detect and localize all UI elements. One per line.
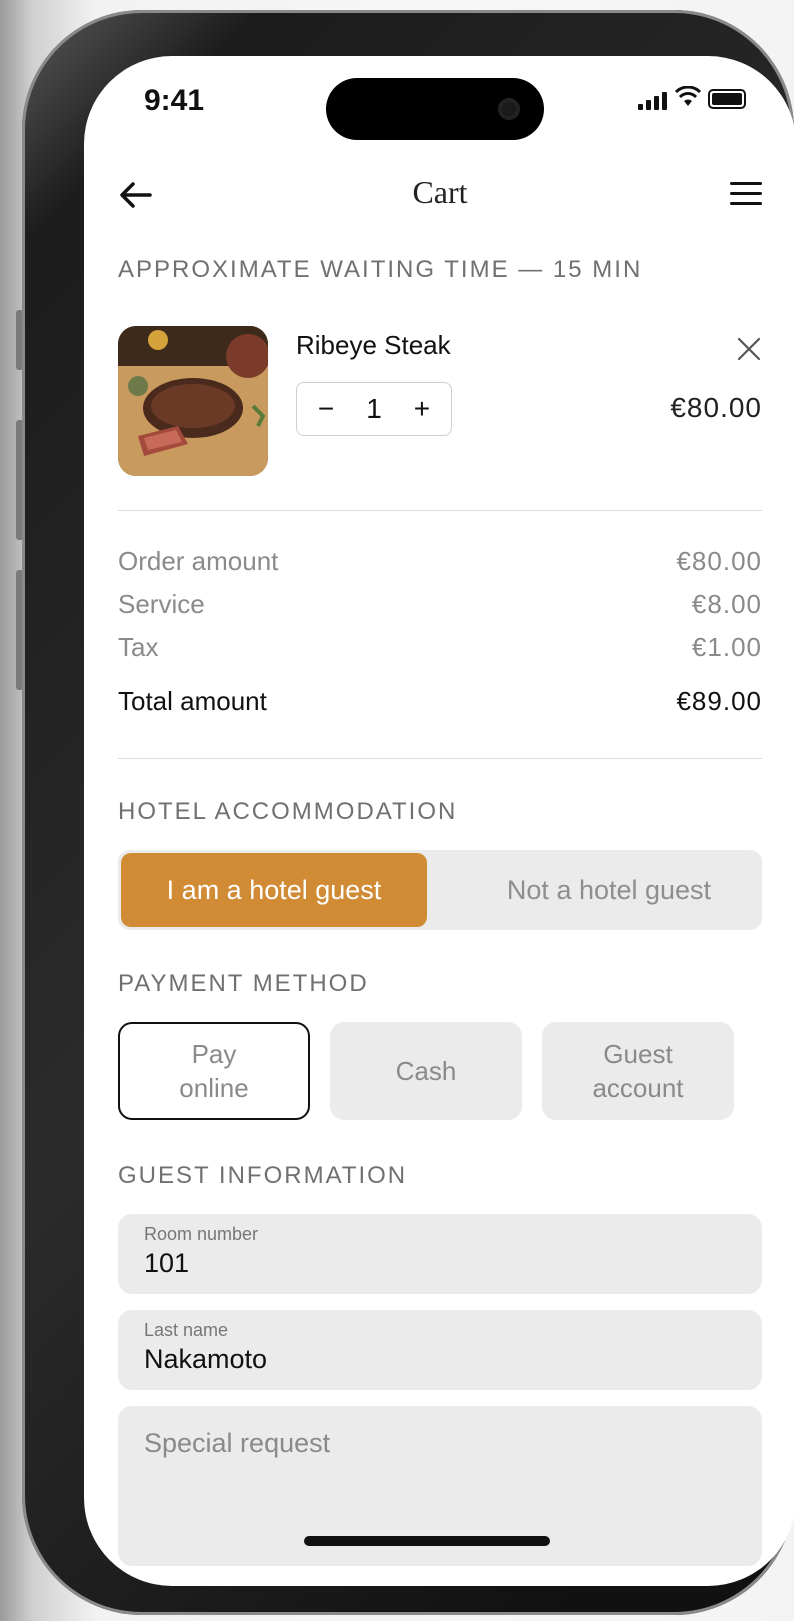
status-time: 9:41: [144, 84, 205, 117]
nav-bar: Cart: [118, 166, 762, 226]
quantity-value: 1: [366, 393, 382, 424]
summary-value: €8.00: [691, 589, 762, 619]
guest-account-option[interactable]: Guest account: [542, 1022, 734, 1120]
summary-row-total: Total amount €89.00: [118, 686, 762, 722]
hotel-guest-option[interactable]: I am a hotel guest: [121, 853, 427, 927]
summary-value: €1.00: [691, 632, 762, 662]
wifi-icon: [674, 86, 702, 106]
payment-heading: PAYMENT METHOD: [118, 970, 369, 997]
quantity-stepper: − 1 +: [296, 382, 452, 436]
signal-icon: [638, 92, 667, 110]
room-number-label: Room number: [144, 1224, 259, 1244]
home-indicator[interactable]: [304, 1536, 550, 1546]
phone-frame: 9:41 Cart APPROXIMATE WAITING TIME — 15 …: [22, 10, 794, 1615]
room-number-field[interactable]: Room number 101: [118, 1214, 762, 1294]
waiting-time-label: APPROXIMATE WAITING TIME — 15 MIN: [118, 256, 643, 283]
summary-row-tax: Tax €1.00: [118, 632, 762, 668]
accommodation-toggle: I am a hotel guest Not a hotel guest: [118, 850, 762, 930]
last-name-label: Last name: [144, 1320, 229, 1340]
summary-value: €80.00: [676, 546, 762, 576]
pay-online-label: Pay online: [179, 1039, 249, 1103]
summary-label: Tax: [118, 632, 159, 662]
summary-label: Service: [118, 589, 205, 619]
screen: 9:41 Cart APPROXIMATE WAITING TIME — 15 …: [84, 56, 794, 1586]
summary-row-order: Order amount €80.00: [118, 546, 762, 582]
item-name: Ribeye Steak: [296, 330, 451, 360]
summary-row-service: Service €8.00: [118, 589, 762, 625]
summary-label: Order amount: [118, 546, 279, 576]
item-price: €80.00: [670, 392, 762, 423]
page-title: Cart: [412, 174, 468, 210]
cash-option[interactable]: Cash: [330, 1022, 522, 1120]
guest-info-heading: GUEST INFORMATION: [118, 1162, 408, 1189]
divider: [118, 510, 762, 511]
guest-account-label: Guest account: [592, 1039, 684, 1103]
not-hotel-guest-option[interactable]: Not a hotel guest: [456, 850, 762, 930]
room-number-value: 101: [144, 1248, 190, 1278]
decrease-button[interactable]: −: [308, 393, 344, 425]
total-value: €89.00: [676, 686, 762, 716]
total-label: Total amount: [118, 686, 267, 716]
dynamic-island: [326, 78, 544, 140]
divider: [118, 758, 762, 759]
last-name-field[interactable]: Last name Nakamoto: [118, 1310, 762, 1390]
close-icon[interactable]: [736, 336, 762, 362]
menu-icon[interactable]: [730, 182, 762, 206]
accommodation-heading: HOTEL ACCOMMODATION: [118, 798, 458, 825]
battery-icon: [708, 89, 746, 109]
status-bar: 9:41: [84, 56, 794, 166]
camera-icon: [498, 98, 520, 120]
item-image: [118, 326, 268, 476]
pay-online-option[interactable]: Pay online: [118, 1022, 310, 1120]
increase-button[interactable]: +: [404, 393, 440, 425]
special-request-placeholder: Special request: [144, 1428, 331, 1458]
last-name-value: Nakamoto: [144, 1344, 268, 1374]
